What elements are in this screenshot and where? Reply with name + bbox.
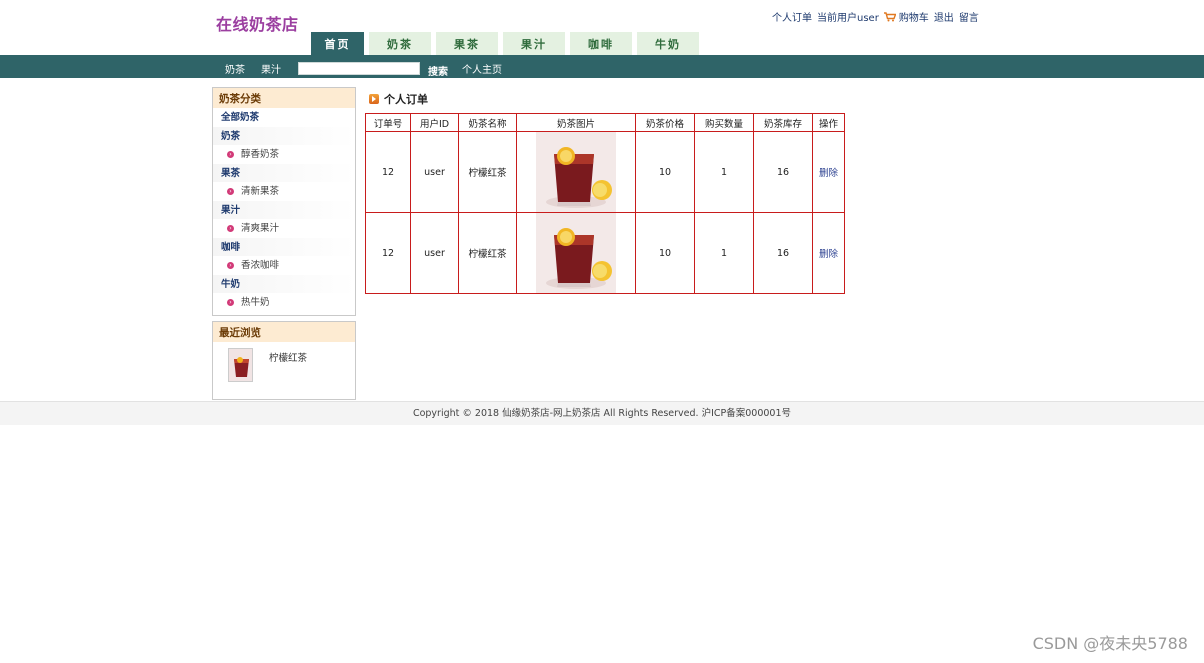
footer: Copyright © 2018 仙缘奶茶店-网上奶茶店 All Rights … — [0, 401, 1204, 425]
tab-milk[interactable]: 牛奶 — [637, 32, 699, 55]
subcategory-label: 醇香奶茶 — [241, 149, 280, 160]
tab-home[interactable]: 首页 — [311, 32, 364, 55]
cart-icon[interactable] — [883, 11, 896, 22]
category-fruit-tea[interactable]: 果茶 — [213, 164, 355, 182]
table-row: 12 user 柠檬红茶 10 1 16 删除 — [365, 212, 845, 294]
column-header: 订单号 — [365, 113, 411, 132]
nav-link-juice[interactable]: 果汁 — [261, 61, 281, 76]
bullet-arrow-icon: › — [227, 262, 234, 269]
subcategory-label: 香浓咖啡 — [241, 260, 280, 271]
category-juice[interactable]: 果汁 — [213, 201, 355, 219]
subcategory-item[interactable]: › 清爽果汁 — [213, 219, 355, 238]
column-header: 奶茶库存 — [753, 113, 813, 132]
action-cell: 删除 — [812, 131, 845, 213]
recent-panel-title: 最近浏览 — [213, 322, 355, 342]
subcategory-item[interactable]: › 热牛奶 — [213, 293, 355, 312]
order-id-cell: 12 — [365, 131, 411, 213]
subcategory-label: 热牛奶 — [241, 297, 270, 308]
category-milk-tea[interactable]: 奶茶 — [213, 127, 355, 145]
category-milk[interactable]: 牛奶 — [213, 275, 355, 293]
recent-panel: 最近浏览 柠檬红茶 — [212, 321, 356, 400]
subcategory-label: 清爽果汁 — [241, 223, 280, 234]
home-page-link[interactable]: 个人主页 — [462, 61, 502, 76]
tea-image-cell — [516, 212, 636, 294]
table-row: 12 user 柠檬红茶 10 1 16 删除 — [365, 131, 845, 213]
category-coffee[interactable]: 咖啡 — [213, 238, 355, 256]
recent-thumbnail[interactable] — [228, 348, 253, 382]
table-header-row: 订单号 用户ID 奶茶名称 奶茶图片 奶茶价格 购买数量 奶茶库存 操作 — [365, 113, 845, 132]
subcategory-item[interactable]: › 清新果茶 — [213, 182, 355, 201]
price-cell: 10 — [635, 131, 695, 213]
tab-coffee[interactable]: 咖啡 — [570, 32, 632, 55]
category-panel: 奶茶分类 全部奶茶 奶茶 › 醇香奶茶 果茶 › 清新果茶 果汁 › 清爽果汁 … — [212, 87, 356, 316]
subcategory-label: 清新果茶 — [241, 186, 280, 197]
user-id-cell: user — [410, 212, 459, 294]
all-milk-tea-link[interactable]: 全部奶茶 — [213, 108, 355, 127]
nav-bar: 奶茶 果汁 搜索 个人主页 — [0, 55, 1204, 78]
quantity-cell: 1 — [694, 131, 754, 213]
page-title: 个人订单 — [384, 93, 428, 106]
column-header: 奶茶价格 — [635, 113, 695, 132]
category-panel-title: 奶茶分类 — [213, 88, 355, 108]
logout-link[interactable]: 退出 — [934, 9, 954, 24]
tab-fruit-tea[interactable]: 果茶 — [436, 32, 498, 55]
search-input[interactable] — [298, 62, 420, 75]
copyright-text: Copyright © 2018 仙缘奶茶店-网上奶茶店 All Rights … — [412, 408, 792, 419]
stock-cell: 16 — [753, 131, 813, 213]
message-link[interactable]: 留言 — [959, 9, 979, 24]
site-logo[interactable]: 在线奶茶店 — [216, 11, 299, 35]
delete-link[interactable]: 删除 — [819, 249, 838, 260]
current-user-label: 当前用户user — [817, 13, 879, 24]
quantity-cell: 1 — [694, 212, 754, 294]
orders-table: 订单号 用户ID 奶茶名称 奶茶图片 奶茶价格 购买数量 奶茶库存 操作 12 … — [365, 113, 845, 294]
subcategory-item[interactable]: › 香浓咖啡 — [213, 256, 355, 275]
subcategory-item[interactable]: › 醇香奶茶 — [213, 145, 355, 164]
top-links: 个人订单 当前用户user 购物车 退出 留言 — [772, 9, 984, 24]
bullet-arrow-icon: › — [227, 225, 234, 232]
sidebar: 奶茶分类 全部奶茶 奶茶 › 醇香奶茶 果茶 › 清新果茶 果汁 › 清爽果汁 … — [212, 87, 356, 400]
bullet-arrow-icon: › — [227, 299, 234, 306]
user-id-cell: user — [410, 131, 459, 213]
tea-name-cell: 柠檬红茶 — [458, 212, 517, 294]
tab-milk-tea[interactable]: 奶茶 — [369, 32, 431, 55]
orders-link[interactable]: 个人订单 — [772, 9, 812, 24]
column-header: 购买数量 — [694, 113, 754, 132]
search-button[interactable]: 搜索 — [428, 63, 448, 78]
watermark: CSDN @夜未央5788 — [1032, 634, 1188, 653]
lemon-tea-image — [536, 132, 616, 212]
section-header: 个人订单 — [365, 91, 428, 107]
bullet-arrow-icon: › — [227, 151, 234, 158]
column-header: 奶茶名称 — [458, 113, 517, 132]
column-header: 用户ID — [410, 113, 459, 132]
bullet-arrow-icon: › — [227, 188, 234, 195]
column-header: 操作 — [812, 113, 845, 132]
nav-link-milk-tea[interactable]: 奶茶 — [225, 61, 245, 76]
category-tabs: 首页 奶茶 果茶 果汁 咖啡 牛奶 — [311, 32, 704, 55]
tea-name-cell: 柠檬红茶 — [458, 131, 517, 213]
tab-juice[interactable]: 果汁 — [503, 32, 565, 55]
action-cell: 删除 — [812, 212, 845, 294]
price-cell: 10 — [635, 212, 695, 294]
delete-link[interactable]: 删除 — [819, 168, 838, 179]
arrow-right-icon — [369, 94, 379, 104]
column-header: 奶茶图片 — [516, 113, 636, 132]
cart-link[interactable]: 购物车 — [899, 9, 929, 24]
stock-cell: 16 — [753, 212, 813, 294]
recent-item-name[interactable]: 柠檬红茶 — [269, 350, 307, 364]
order-id-cell: 12 — [365, 212, 411, 294]
lemon-tea-image — [536, 213, 616, 293]
main-content: 个人订单 订单号 用户ID 奶茶名称 奶茶图片 奶茶价格 购买数量 奶茶库存 操… — [365, 91, 845, 294]
tea-image-cell — [516, 131, 636, 213]
